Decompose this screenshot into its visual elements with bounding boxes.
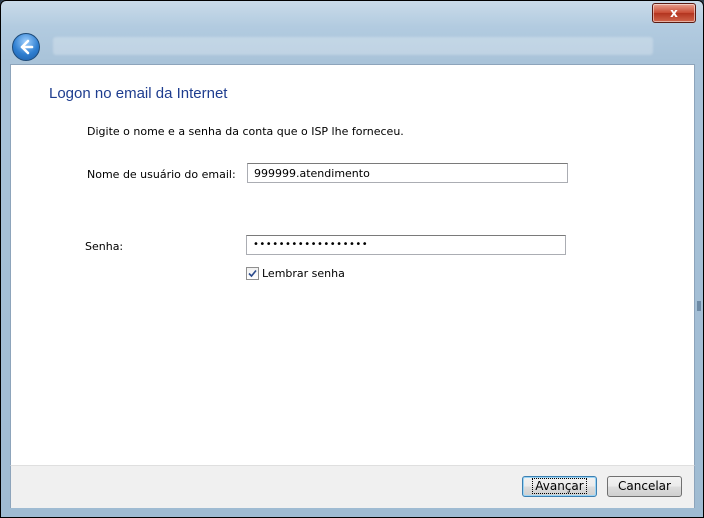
close-button[interactable]: x — [652, 3, 696, 23]
window-title-bar — [53, 37, 653, 55]
wizard-content: Logon no email da Internet Digite o nome… — [10, 64, 695, 466]
resize-grip — [697, 301, 701, 311]
cancel-button-label: Cancelar — [618, 479, 671, 493]
next-button-label: Avançar — [532, 478, 587, 494]
page-title: Logon no email da Internet — [49, 85, 228, 102]
username-field[interactable]: 999999.atendimento — [247, 163, 568, 183]
remember-password-checkbox[interactable] — [246, 267, 259, 280]
checkmark-icon — [248, 269, 257, 278]
close-icon: x — [670, 6, 678, 20]
back-arrow-icon — [20, 39, 34, 55]
wizard-window: x Logon no email da Internet Digite o no… — [0, 0, 704, 518]
password-label: Senha: — [85, 240, 124, 253]
cancel-button[interactable]: Cancelar — [607, 476, 682, 497]
username-label: Nome de usuário do email: — [87, 168, 236, 181]
remember-password-label[interactable]: Lembrar senha — [262, 267, 345, 280]
next-button[interactable]: Avançar — [522, 476, 597, 497]
back-button[interactable] — [12, 33, 40, 61]
wizard-footer: Avançar Cancelar — [10, 465, 695, 508]
password-field[interactable]: •••••••••••••••••• — [246, 235, 566, 255]
instruction-text: Digite o nome e a senha da conta que o I… — [87, 125, 404, 138]
